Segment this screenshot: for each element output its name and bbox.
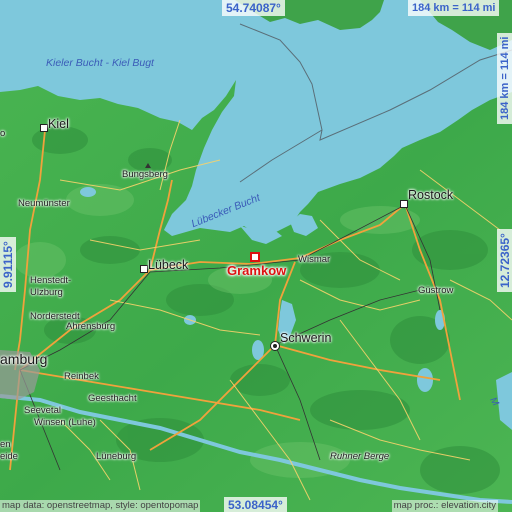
city-marker-kiel[interactable] xyxy=(40,124,48,132)
town-label-luneburg[interactable]: Lüneburg xyxy=(96,452,136,462)
edge-label-en: en xyxy=(0,439,11,450)
scale-horizontal: 184 km = 114 mi xyxy=(408,0,500,16)
credit-processing[interactable]: map proc.: elevation.city xyxy=(391,500,498,512)
town-label-gustrow[interactable]: Güstrow xyxy=(418,286,453,296)
town-label-ahrensburg[interactable]: Ahrensburg xyxy=(66,322,115,332)
town-label-bungsberg[interactable]: Bungsberg xyxy=(122,170,168,180)
coord-bottom: 53.08454° xyxy=(224,497,287,512)
city-label-schwerin[interactable]: Schwerin xyxy=(280,332,331,345)
coord-right: 12.72365° xyxy=(497,229,512,292)
town-label-ruhner-berge[interactable]: Ruhner Berge xyxy=(330,452,389,462)
town-label-geesthacht[interactable]: Geesthacht xyxy=(88,394,137,404)
city-marker-schwerin[interactable] xyxy=(270,341,280,351)
place-label[interactable]: Gramkow xyxy=(227,264,286,277)
water-label-kiel-bay: Kieler Bucht - Kiel Bugt xyxy=(46,57,154,69)
town-label-wismar[interactable]: Wismar xyxy=(298,255,330,265)
town-label-seevetal[interactable]: Seevetal xyxy=(24,406,61,416)
credit-map-data[interactable]: map data: openstreetmap, style: opentopo… xyxy=(0,500,201,512)
location-marker[interactable] xyxy=(250,252,260,262)
town-label-winsen[interactable]: Winsen (Luhe) xyxy=(34,418,96,428)
city-label-hamburg[interactable]: amburg xyxy=(0,352,47,366)
city-label-kiel[interactable]: Kiel xyxy=(48,118,69,131)
city-label-rostock[interactable]: Rostock xyxy=(408,189,453,202)
edge-label-eide: eide xyxy=(0,451,18,462)
scale-vertical: 184 km = 114 mi xyxy=(497,32,512,124)
town-label-neumunster[interactable]: Neumünster xyxy=(18,199,70,209)
town-label-reinbek[interactable]: Reinbek xyxy=(64,372,99,382)
coord-left: 9.91115° xyxy=(0,237,16,292)
town-label-henstedt[interactable]: Henstedt- Ulzburg xyxy=(30,275,71,299)
coord-top: 54.74087° xyxy=(222,0,285,16)
city-marker-lubeck[interactable] xyxy=(140,265,148,273)
edge-label-o: o xyxy=(0,128,6,139)
map-canvas[interactable]: Kieler Bucht - Kiel Bugt Lübecker Bucht … xyxy=(0,0,512,512)
city-label-lubeck[interactable]: Lübeck xyxy=(148,259,188,272)
city-marker-rostock[interactable] xyxy=(400,200,408,208)
peak-icon xyxy=(145,163,151,168)
